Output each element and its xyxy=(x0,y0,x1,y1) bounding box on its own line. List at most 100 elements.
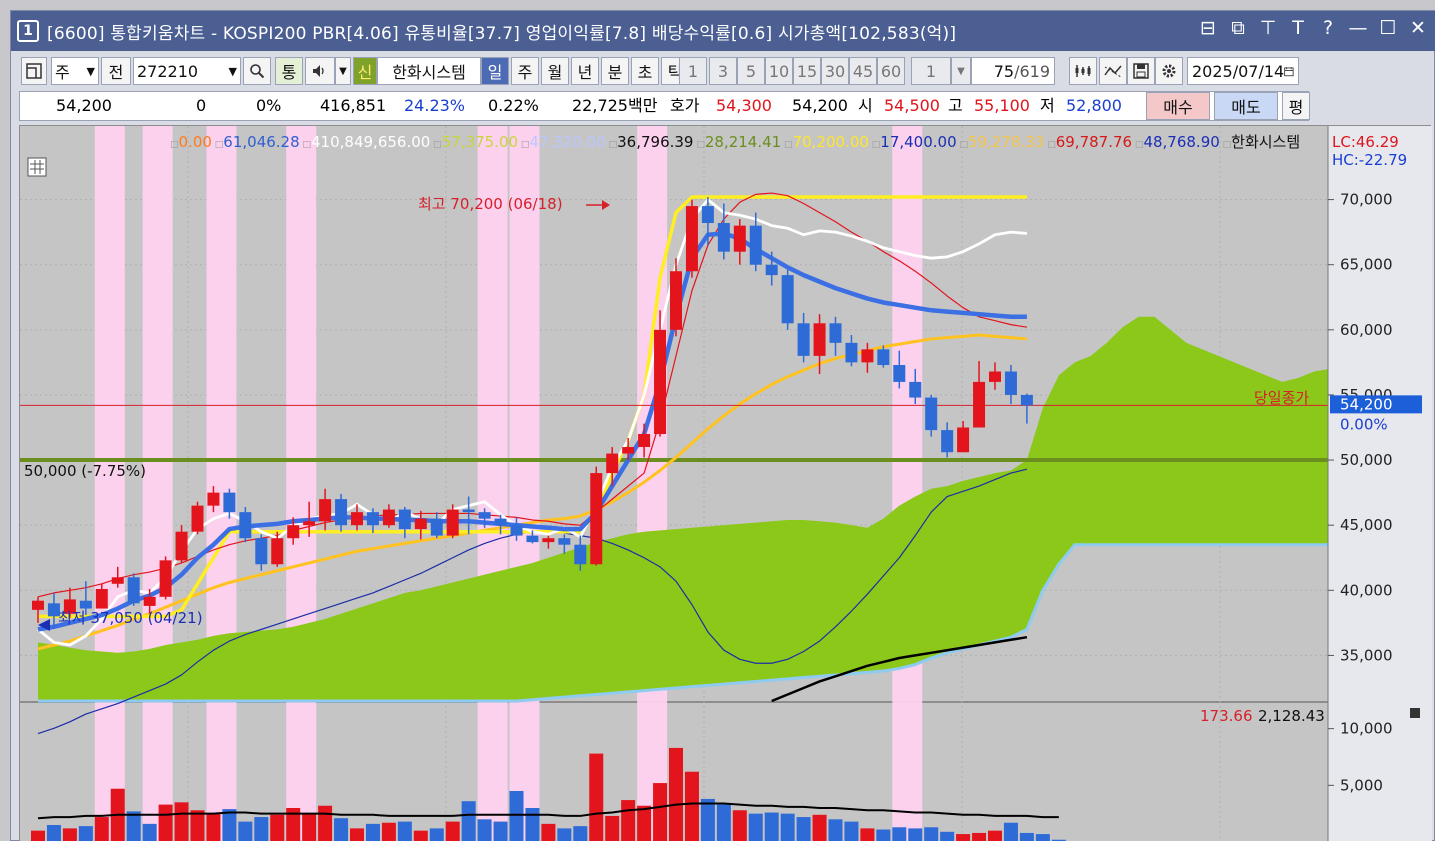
volume-bar xyxy=(844,821,859,841)
chart-settings-icon[interactable] xyxy=(21,57,47,85)
legend-item: 59,278.33 xyxy=(968,133,1044,151)
interval-count-input[interactable]: 1 xyxy=(911,57,951,85)
chevron-down-icon[interactable]: ▼ xyxy=(951,57,971,85)
close-icon[interactable]: ✕ xyxy=(1408,17,1428,39)
period-select[interactable]: 주 ▼ xyxy=(51,57,99,85)
chart-panel[interactable]: 70,000 65,000 60,000 55,000 50,000 45,000 40,0… xyxy=(19,125,1432,841)
split-view-icon[interactable]: ⊟ xyxy=(1198,17,1218,39)
candle-body xyxy=(430,518,443,536)
legend-hc: HC:-22.79 xyxy=(1332,151,1407,169)
candle-body xyxy=(989,371,1001,382)
minute-option-5[interactable]: 5 xyxy=(737,57,765,85)
minute-option-15[interactable]: 15 xyxy=(793,57,821,85)
quote-amount: 22,725백만 xyxy=(572,96,658,115)
buy-button[interactable]: 매수 xyxy=(1146,92,1210,120)
minute-option-10[interactable]: 10 xyxy=(765,57,793,85)
candle-body xyxy=(685,206,698,272)
minute-option-3[interactable]: 3 xyxy=(709,57,737,85)
candle-body xyxy=(303,521,316,526)
candle-body xyxy=(382,509,395,526)
volume-bar xyxy=(381,822,396,841)
legend-lc: LC:46.29 xyxy=(1332,133,1399,151)
volume-bar xyxy=(461,801,476,841)
save-icon[interactable] xyxy=(1127,57,1155,85)
legend-item: 48,768.90 xyxy=(1143,133,1219,151)
data-table-icon[interactable] xyxy=(27,157,47,177)
gear-icon[interactable] xyxy=(1155,57,1183,85)
pin-icon[interactable]: ⊤ xyxy=(1258,17,1278,39)
minute-option-30[interactable]: 30 xyxy=(821,57,849,85)
tab-period-second[interactable]: 초 xyxy=(631,57,659,85)
volume-bar xyxy=(988,830,1002,841)
candle-body xyxy=(941,430,954,453)
volume-bar xyxy=(525,808,540,841)
indicator-icon[interactable] xyxy=(1099,57,1127,85)
text-tool-icon[interactable]: T xyxy=(1288,17,1308,39)
price-axis: 70,00065,00060,00055,00050,00045,00040,0… xyxy=(1327,126,1432,841)
tab-period-day[interactable]: 일 xyxy=(481,57,509,85)
indicator-legend: □0.00 □61,046.28 □410,849,656.00 □57,375… xyxy=(170,133,1300,151)
speaker-icon[interactable] xyxy=(305,57,335,85)
volume-bar xyxy=(206,813,221,841)
quote-price: 54,200 xyxy=(56,96,112,115)
date-input[interactable]: 2025/07/14 xyxy=(1187,57,1299,85)
stock-code-input[interactable]: 272210 ▼ xyxy=(133,57,241,85)
volume-bar xyxy=(190,810,205,841)
page-position[interactable]: 75 /619 xyxy=(971,57,1055,85)
minute-option-1[interactable]: 1 xyxy=(679,57,707,85)
legend-marker: □ xyxy=(430,140,441,150)
volume-bar xyxy=(477,819,492,841)
help-icon[interactable]: ? xyxy=(1318,17,1338,39)
quote-open-value: 54,500 xyxy=(884,96,940,115)
candle-settings-icon[interactable] xyxy=(1069,57,1097,85)
chevron-down-icon[interactable]: ▼ xyxy=(335,57,351,85)
tab-period-minute[interactable]: 분 xyxy=(601,57,629,85)
quote-change: 0 xyxy=(196,96,207,115)
candle-body xyxy=(143,596,156,606)
legend-marker: □ xyxy=(212,140,223,150)
legend-item: 57,375.00 xyxy=(442,133,518,151)
candle-body xyxy=(765,264,778,276)
volume-bar xyxy=(908,828,923,841)
minute-option-45[interactable]: 45 xyxy=(849,57,877,85)
quote-high-label: 고 xyxy=(948,96,963,115)
candle-body xyxy=(670,271,682,330)
maximize-icon[interactable]: ☐ xyxy=(1378,17,1398,39)
restore-layout-icon[interactable]: ⧉ xyxy=(1228,17,1248,39)
candle-body xyxy=(111,577,124,584)
quote-open-label: 시 xyxy=(858,96,873,115)
sell-button[interactable]: 매도 xyxy=(1214,92,1278,120)
tab-period-year[interactable]: 년 xyxy=(571,57,599,85)
company-name: 한화시스템 xyxy=(377,57,481,85)
minute-option-60[interactable]: 60 xyxy=(877,57,905,85)
volume-bar xyxy=(174,802,189,841)
volume-bar xyxy=(541,823,556,841)
last-price-pct: 0.00% xyxy=(1340,415,1388,433)
calendar-icon[interactable] xyxy=(1284,64,1294,79)
legend-marker: □ xyxy=(518,140,529,150)
candle-body xyxy=(287,525,300,539)
price-tick-label: 45,000 xyxy=(1340,516,1393,534)
candle-body xyxy=(1004,371,1017,395)
candle-body xyxy=(494,518,507,526)
volume-bar xyxy=(62,828,77,841)
price-chart[interactable]: 70,00065,00060,00055,00050,00045,00040,0… xyxy=(20,126,1432,841)
highlight-band xyxy=(477,126,508,841)
price-tick-label: 40,000 xyxy=(1340,581,1393,599)
tab-period-month[interactable]: 월 xyxy=(541,57,569,85)
maximize-pane-icon[interactable] xyxy=(1410,708,1420,718)
legend-item: 70,200.00 xyxy=(793,133,869,151)
volume-legend-a: 173.66 xyxy=(1200,707,1253,725)
legend-marker: □ xyxy=(869,140,880,150)
volume-bar xyxy=(700,798,715,841)
tong-button[interactable]: 통 xyxy=(275,57,303,85)
highlight-band xyxy=(286,126,317,841)
prev-button[interactable]: 전 xyxy=(101,57,131,85)
tab-period-week[interactable]: 주 xyxy=(511,57,539,85)
annotation-high: 최고 70,200 (06/18) xyxy=(418,195,563,213)
volume-bar xyxy=(238,821,253,841)
minimize-icon[interactable]: — xyxy=(1348,17,1368,39)
search-icon[interactable] xyxy=(243,57,271,85)
even-button[interactable]: 평 xyxy=(1282,92,1310,120)
volume-bar xyxy=(397,821,412,841)
